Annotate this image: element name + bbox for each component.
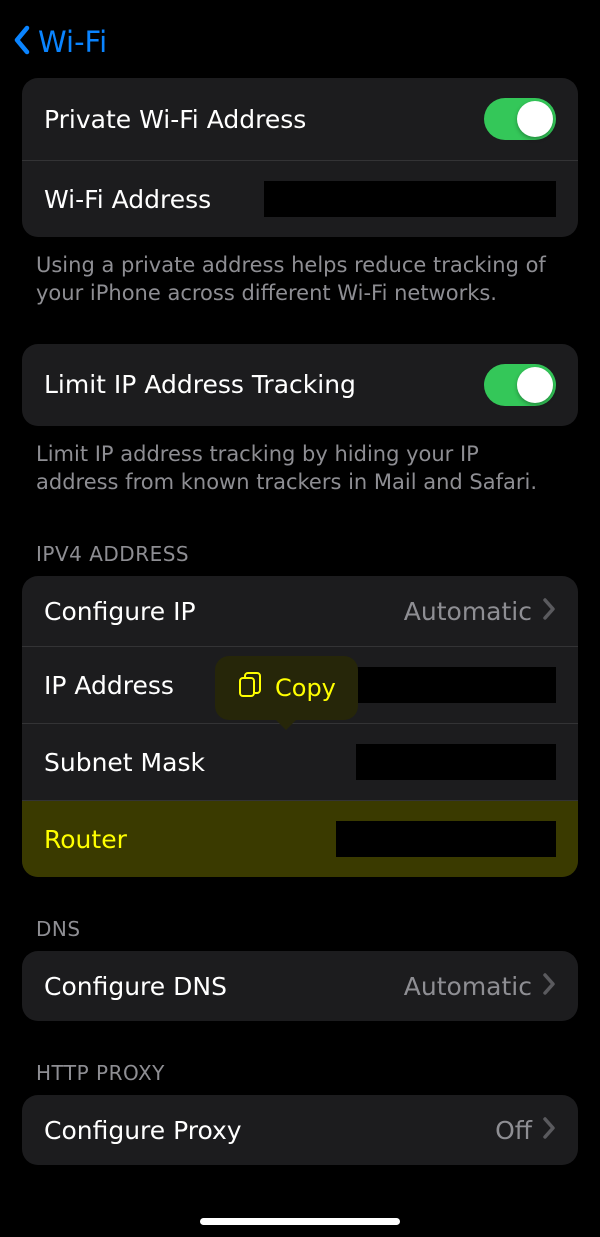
private-address-footer: Using a private address helps reduce tra…	[22, 237, 578, 308]
nav-network-name	[113, 26, 584, 58]
configure-dns-label: Configure DNS	[44, 972, 227, 1001]
dns-group: Configure DNS Automatic	[22, 951, 578, 1021]
dns-section-header: DNS	[22, 877, 578, 951]
wifi-address-row[interactable]: Wi-Fi Address	[22, 160, 578, 237]
home-indicator[interactable]	[200, 1218, 400, 1225]
back-button-label[interactable]: Wi-Fi	[38, 25, 107, 59]
copy-label: Copy	[275, 674, 336, 702]
privacy-group: Private Wi-Fi Address Wi-Fi Address	[22, 78, 578, 237]
router-label: Router	[44, 825, 127, 854]
chevron-right-icon	[542, 973, 556, 999]
private-wifi-address-label: Private Wi-Fi Address	[44, 105, 306, 134]
configure-ip-value: Automatic	[404, 597, 532, 626]
limit-ip-tracking-toggle[interactable]	[484, 364, 556, 406]
subnet-mask-row[interactable]: Subnet Mask	[22, 723, 578, 800]
router-value	[336, 821, 556, 857]
private-wifi-address-toggle[interactable]	[484, 98, 556, 140]
router-row[interactable]: Router	[22, 800, 578, 877]
toggle-knob	[517, 101, 553, 137]
copy-icon	[237, 671, 263, 705]
wifi-address-label: Wi-Fi Address	[44, 185, 211, 214]
proxy-group: Configure Proxy Off	[22, 1095, 578, 1165]
tracking-group: Limit IP Address Tracking	[22, 344, 578, 426]
subnet-mask-label: Subnet Mask	[44, 748, 205, 777]
configure-proxy-row[interactable]: Configure Proxy Off	[22, 1095, 578, 1165]
configure-proxy-value: Off	[495, 1116, 532, 1145]
wifi-address-value	[264, 181, 556, 217]
back-chevron-icon[interactable]	[12, 24, 32, 60]
chevron-right-icon	[542, 598, 556, 624]
configure-ip-label: Configure IP	[44, 597, 196, 626]
chevron-right-icon	[542, 1117, 556, 1143]
limit-ip-tracking-row: Limit IP Address Tracking	[22, 344, 578, 426]
ipv4-group: Configure IP Automatic IP Address Subnet…	[22, 576, 578, 877]
configure-ip-row[interactable]: Configure IP Automatic	[22, 576, 578, 646]
private-wifi-address-row: Private Wi-Fi Address	[22, 78, 578, 160]
nav-bar: Wi-Fi	[0, 0, 600, 78]
configure-dns-row[interactable]: Configure DNS Automatic	[22, 951, 578, 1021]
copy-popover[interactable]: Copy	[215, 656, 358, 720]
ipv4-section-header: IPV4 ADDRESS	[22, 496, 578, 576]
configure-dns-value: Automatic	[404, 972, 532, 1001]
limit-ip-tracking-footer: Limit IP address tracking by hiding your…	[22, 426, 578, 497]
subnet-mask-value	[356, 744, 556, 780]
configure-proxy-label: Configure Proxy	[44, 1116, 242, 1145]
proxy-section-header: HTTP PROXY	[22, 1021, 578, 1095]
redacted-title	[234, 26, 464, 58]
toggle-knob	[517, 367, 553, 403]
ip-address-label: IP Address	[44, 671, 174, 700]
limit-ip-tracking-label: Limit IP Address Tracking	[44, 370, 356, 399]
